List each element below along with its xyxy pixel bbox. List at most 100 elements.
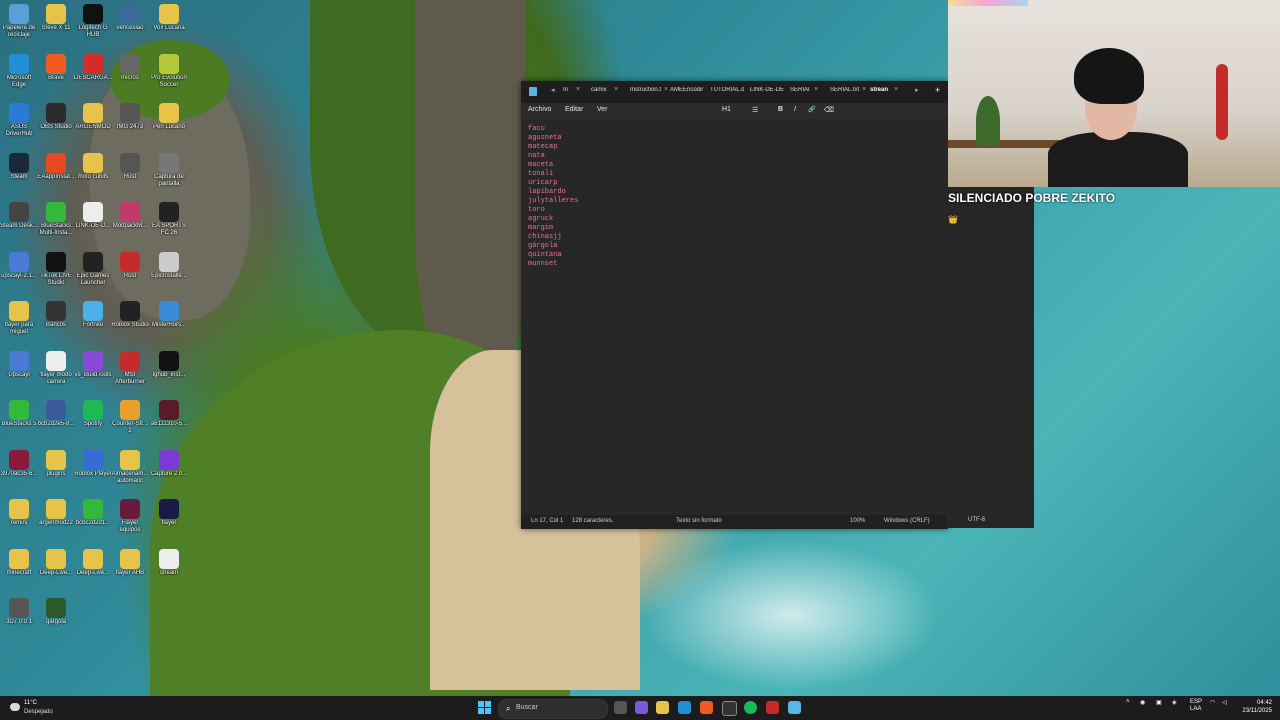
- tab-close-icon[interactable]: ×: [862, 86, 866, 93]
- desktop-icon[interactable]: Roblox Player: [74, 448, 112, 496]
- desktop-icon[interactable]: Roblox Studio: [111, 299, 149, 347]
- desktop-icon[interactable]: Capture 2.0...: [150, 448, 188, 496]
- desktop-icon[interactable]: 3D7 0:0 1: [0, 596, 38, 644]
- clear-format-icon[interactable]: ⌫: [824, 106, 834, 114]
- file-explorer-icon[interactable]: [656, 701, 669, 714]
- italic-button[interactable]: I: [794, 106, 796, 113]
- wifi-icon[interactable]: ◠: [1210, 699, 1215, 706]
- desktop-icon[interactable]: OBS Studio: [37, 101, 75, 149]
- desktop-icon[interactable]: micros: [111, 52, 149, 100]
- desktop-icon[interactable]: EAappInstal...: [37, 151, 75, 199]
- tray-network-icon[interactable]: ◉: [1140, 699, 1145, 706]
- tab-close-icon[interactable]: ×: [894, 86, 898, 93]
- taskbar-search[interactable]: ⌕ Buscar: [498, 699, 608, 719]
- desktop-icon[interactable]: Papelera de reciclaje: [0, 2, 38, 50]
- desktop-icon[interactable]: flayer AHB: [111, 547, 149, 595]
- desktop-icon[interactable]: Brave: [37, 52, 75, 100]
- notepad-window[interactable]: ◂ In × camix × Instruction.t × AMEEncodi…: [521, 81, 948, 529]
- widgets-icon[interactable]: [635, 701, 648, 714]
- desktop-icon[interactable]: minecraft: [0, 547, 38, 595]
- desktop-icon[interactable]: TikTok LIVE Studio: [37, 250, 75, 298]
- edge-icon[interactable]: [678, 701, 691, 714]
- desktop-icon[interactable]: stream: [150, 547, 188, 595]
- spotify-icon[interactable]: [744, 701, 757, 714]
- desktop-icon[interactable]: flayer para miguel: [0, 299, 38, 347]
- heading-dropdown[interactable]: H1: [722, 106, 731, 113]
- desktop-icon[interactable]: gargola: [37, 596, 75, 644]
- notepad-text-area[interactable]: facu agusneta matecap nata maceta tonali urica…: [521, 119, 948, 515]
- task-view-icon[interactable]: [614, 701, 627, 714]
- desktop-icon[interactable]: BlueStacks 5: [0, 398, 38, 446]
- desktop-icon[interactable]: Spotify: [74, 398, 112, 446]
- tab-close-icon[interactable]: ×: [814, 86, 818, 93]
- desktop-icon[interactable]: ModpackM...: [111, 200, 149, 248]
- desktop-icon[interactable]: Pro Evolution Soccer: [150, 52, 188, 100]
- tab-camix[interactable]: camix: [591, 87, 613, 93]
- list-icon[interactable]: ☰: [752, 106, 758, 114]
- desktop-icon[interactable]: vs_BuildTools: [74, 349, 112, 397]
- desktop-icon[interactable]: lghub_inst...: [150, 349, 188, 397]
- desktop-icon[interactable]: Steam: [0, 151, 38, 199]
- desktop-icon[interactable]: MisterHors...: [150, 299, 188, 347]
- volume-icon[interactable]: ◁: [1222, 699, 1227, 706]
- desktop-icon[interactable]: flayer modo carrera: [37, 349, 75, 397]
- tray-app-icon[interactable]: ▣: [1156, 699, 1162, 706]
- desktop-icon[interactable]: Microsoft Edge: [0, 52, 38, 100]
- desktop-icon[interactable]: Epic Games Launcher: [74, 250, 112, 298]
- desktop-icon[interactable]: ASUS DriverHub: [0, 101, 38, 149]
- windows-start-icon[interactable]: [478, 701, 492, 715]
- tab-stream-active[interactable]: strean: [870, 87, 892, 93]
- tab-scroll-left-icon[interactable]: ◂: [551, 86, 555, 94]
- tab-close-icon[interactable]: ×: [664, 86, 668, 93]
- desktop-icon[interactable]: 3970ac35-6...: [0, 448, 38, 496]
- desktop-icon[interactable]: mofo cubits: [74, 151, 112, 199]
- tab-serial-txt[interactable]: SERIAL.txt: [830, 87, 860, 93]
- obs-icon[interactable]: [722, 701, 737, 716]
- desktop-icon[interactable]: Vox Lucaria: [150, 2, 188, 50]
- desktop-icon[interactable]: EA SPORTS FC 26: [150, 200, 188, 248]
- desktop-icon[interactable]: Bancos: [37, 299, 75, 347]
- tab-in[interactable]: In: [563, 87, 575, 93]
- desktop-icon[interactable]: Upscayl: [0, 349, 38, 397]
- desktop-icon[interactable]: Deep-Live...: [74, 547, 112, 595]
- desktop-icon[interactable]: Logitech G HUB: [74, 2, 112, 50]
- tab-tutorial[interactable]: TUTORIAL.ds: [710, 87, 744, 93]
- desktop-icon[interactable]: bcb2d2e5-8...: [37, 398, 75, 446]
- tab-link-de-de[interactable]: LINK-DE-DE: [750, 87, 784, 93]
- menu-archivo[interactable]: Archivo: [528, 106, 551, 113]
- tray-chevron-icon[interactable]: ˄: [1126, 699, 1130, 705]
- tray-usb-icon[interactable]: ◈: [1172, 699, 1177, 706]
- desktop-icon[interactable]: venceslao: [111, 2, 149, 50]
- tab-close-icon[interactable]: ×: [614, 86, 618, 93]
- desktop-icon[interactable]: Counter-Str... 2: [111, 398, 149, 446]
- desktop-icon[interactable]: Flayer equipos: [111, 497, 149, 545]
- desktop-icon[interactable]: IMG 2473: [111, 101, 149, 149]
- desktop-icon[interactable]: LINK-DE-D...: [74, 200, 112, 248]
- desktop-icon[interactable]: a6111310-5...: [150, 398, 188, 446]
- desktop-icon[interactable]: argenmod22: [37, 497, 75, 545]
- language-indicator[interactable]: ESP LAA: [1190, 699, 1202, 713]
- desktop-icon[interactable]: remini: [0, 497, 38, 545]
- desktop-icon[interactable]: Steve X 11: [37, 2, 75, 50]
- desktop-icon[interactable]: Deep-Live...: [37, 547, 75, 595]
- desktop-icon[interactable]: Rust: [111, 151, 149, 199]
- menu-ver[interactable]: Ver: [597, 106, 608, 113]
- desktop-icon[interactable]: plugins: [37, 448, 75, 496]
- desktop-icon[interactable]: MSI Afterburner: [111, 349, 149, 397]
- status-zoom[interactable]: 100%: [850, 518, 865, 524]
- desktop-icon[interactable]: Almacenam... automatic: [111, 448, 149, 496]
- desktop-icon[interactable]: Fortnite: [74, 299, 112, 347]
- new-tab-button[interactable]: +: [935, 85, 940, 95]
- brave-icon[interactable]: [700, 701, 713, 714]
- tab-ameencodir[interactable]: AMEEncodir: [670, 87, 706, 93]
- link-icon[interactable]: 🔗: [808, 106, 815, 113]
- desktop-icon[interactable]: ARGENMOD: [74, 101, 112, 149]
- tab-instruction[interactable]: Instruction.t: [630, 87, 666, 93]
- desktop-icon[interactable]: Rust: [111, 250, 149, 298]
- tab-serial-short[interactable]: SERIAl: [790, 87, 810, 93]
- tab-close-icon[interactable]: ×: [576, 86, 580, 93]
- tab-scroll-right-icon[interactable]: ▸: [915, 86, 919, 94]
- bold-button[interactable]: B: [778, 106, 783, 113]
- desktop-icon[interactable]: Steam Desk...: [0, 200, 38, 248]
- notepad-icon[interactable]: [788, 701, 801, 714]
